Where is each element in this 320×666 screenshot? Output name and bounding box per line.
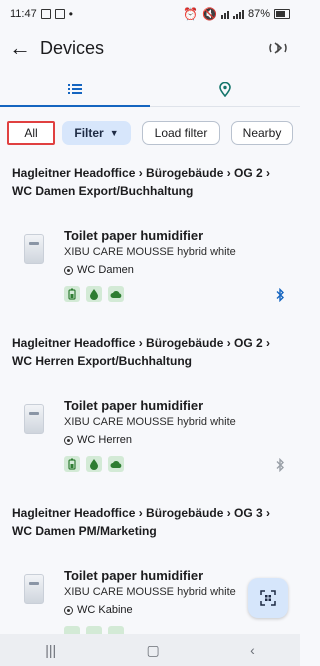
location-target-icon	[64, 605, 73, 615]
home-icon[interactable]: ▢	[147, 642, 160, 659]
device-model: XIBU CARE MOUSSE hybrid white	[64, 246, 236, 258]
device-model: XIBU CARE MOUSSE hybrid white	[64, 416, 236, 428]
bluetooth-scan-icon[interactable]	[264, 34, 292, 62]
device-name: Toilet paper humidifier	[64, 398, 204, 413]
cloud-status-icon	[108, 456, 124, 472]
bluetooth-glyph	[276, 288, 284, 302]
image-notification-icon	[54, 9, 65, 19]
device-location: WC Damen	[64, 264, 134, 276]
device-location-label: WC Damen	[77, 264, 134, 276]
location-heading: Hagleitner Headoffice › Bürogebäude › OG…	[12, 166, 271, 198]
device-section: Hagleitner Headoffice › Bürogebäude › OG…	[0, 164, 300, 324]
location-heading: Hagleitner Headoffice › Bürogebäude › OG…	[12, 336, 271, 368]
alarm-icon: ⏰	[183, 7, 199, 21]
bluetooth-icon	[276, 288, 284, 302]
filter-chips: All Filter ▼ Load filter Nearby	[0, 121, 300, 151]
cloud-status-icon	[108, 286, 124, 302]
device-location-label: WC Herren	[77, 434, 133, 446]
app-bar: ← Devices	[0, 28, 300, 68]
gallery-notification-icon	[40, 9, 51, 19]
device-model: XIBU CARE MOUSSE hybrid white	[64, 586, 236, 598]
system-back-icon[interactable]: ‹	[250, 642, 255, 658]
bluetooth-icon	[276, 458, 284, 472]
device-image	[24, 574, 44, 604]
device-image	[24, 404, 44, 434]
system-nav-bar: ||| ▢ ‹	[0, 634, 300, 666]
page-title: Devices	[40, 37, 105, 58]
qr-scan-button[interactable]	[248, 578, 288, 618]
all-chip-label: All	[24, 126, 38, 140]
tab-list[interactable]	[0, 72, 150, 107]
fill-level-icon	[86, 456, 102, 472]
device-section: Hagleitner Headoffice › Bürogebäude › OG…	[0, 334, 300, 494]
tab-map[interactable]	[150, 72, 300, 106]
status-time: 11:47	[10, 8, 37, 20]
mute-icon: 🔇	[202, 7, 217, 21]
device-name: Toilet paper humidifier	[64, 228, 204, 243]
qr-scan-icon	[260, 590, 276, 606]
all-chip[interactable]: All	[7, 121, 55, 145]
filter-chip[interactable]: Filter ▼	[62, 121, 131, 145]
location-target-icon	[64, 265, 73, 275]
device-location-label: WC Kabine	[77, 604, 133, 616]
nearby-label: Nearby	[242, 126, 282, 140]
location-heading: Hagleitner Headoffice › Bürogebäude › OG…	[12, 506, 271, 538]
filter-chip-label: Filter	[74, 126, 104, 140]
device-location: WC Kabine	[64, 604, 133, 616]
caret-down-icon: ▼	[109, 128, 119, 138]
battery-status-icon	[64, 286, 80, 302]
device-list-item[interactable]: Toilet paper humidifier XIBU CARE MOUSSE…	[0, 394, 300, 484]
load-filter-chip[interactable]: Load filter	[142, 121, 220, 145]
device-list-item[interactable]: Toilet paper humidifier XIBU CARE MOUSSE…	[0, 224, 300, 314]
device-location: WC Herren	[64, 434, 132, 446]
notification-dot-icon: •	[68, 7, 73, 21]
status-badges	[64, 456, 124, 472]
nearby-chip[interactable]: Nearby	[231, 121, 293, 145]
status-badges	[64, 286, 124, 302]
wifi-icon	[220, 9, 229, 19]
arrow-left-icon[interactable]: ←	[0, 28, 40, 68]
battery-icon	[274, 9, 290, 19]
device-name: Toilet paper humidifier	[64, 568, 204, 583]
fill-level-icon	[86, 286, 102, 302]
location-target-icon	[64, 435, 73, 445]
view-tabs	[0, 72, 300, 107]
list-icon	[68, 84, 82, 94]
bluetooth-glyph	[276, 458, 284, 472]
load-filter-label: Load filter	[154, 126, 208, 140]
battery-percent: 87%	[247, 8, 270, 20]
status-bar: 11:47 • ⏰ 🔇 87%	[0, 0, 300, 28]
location-pin-icon	[219, 81, 231, 97]
battery-status-icon	[64, 456, 80, 472]
recent-apps-icon[interactable]: |||	[45, 642, 56, 658]
device-image	[24, 234, 44, 264]
signal-icon	[232, 9, 244, 19]
